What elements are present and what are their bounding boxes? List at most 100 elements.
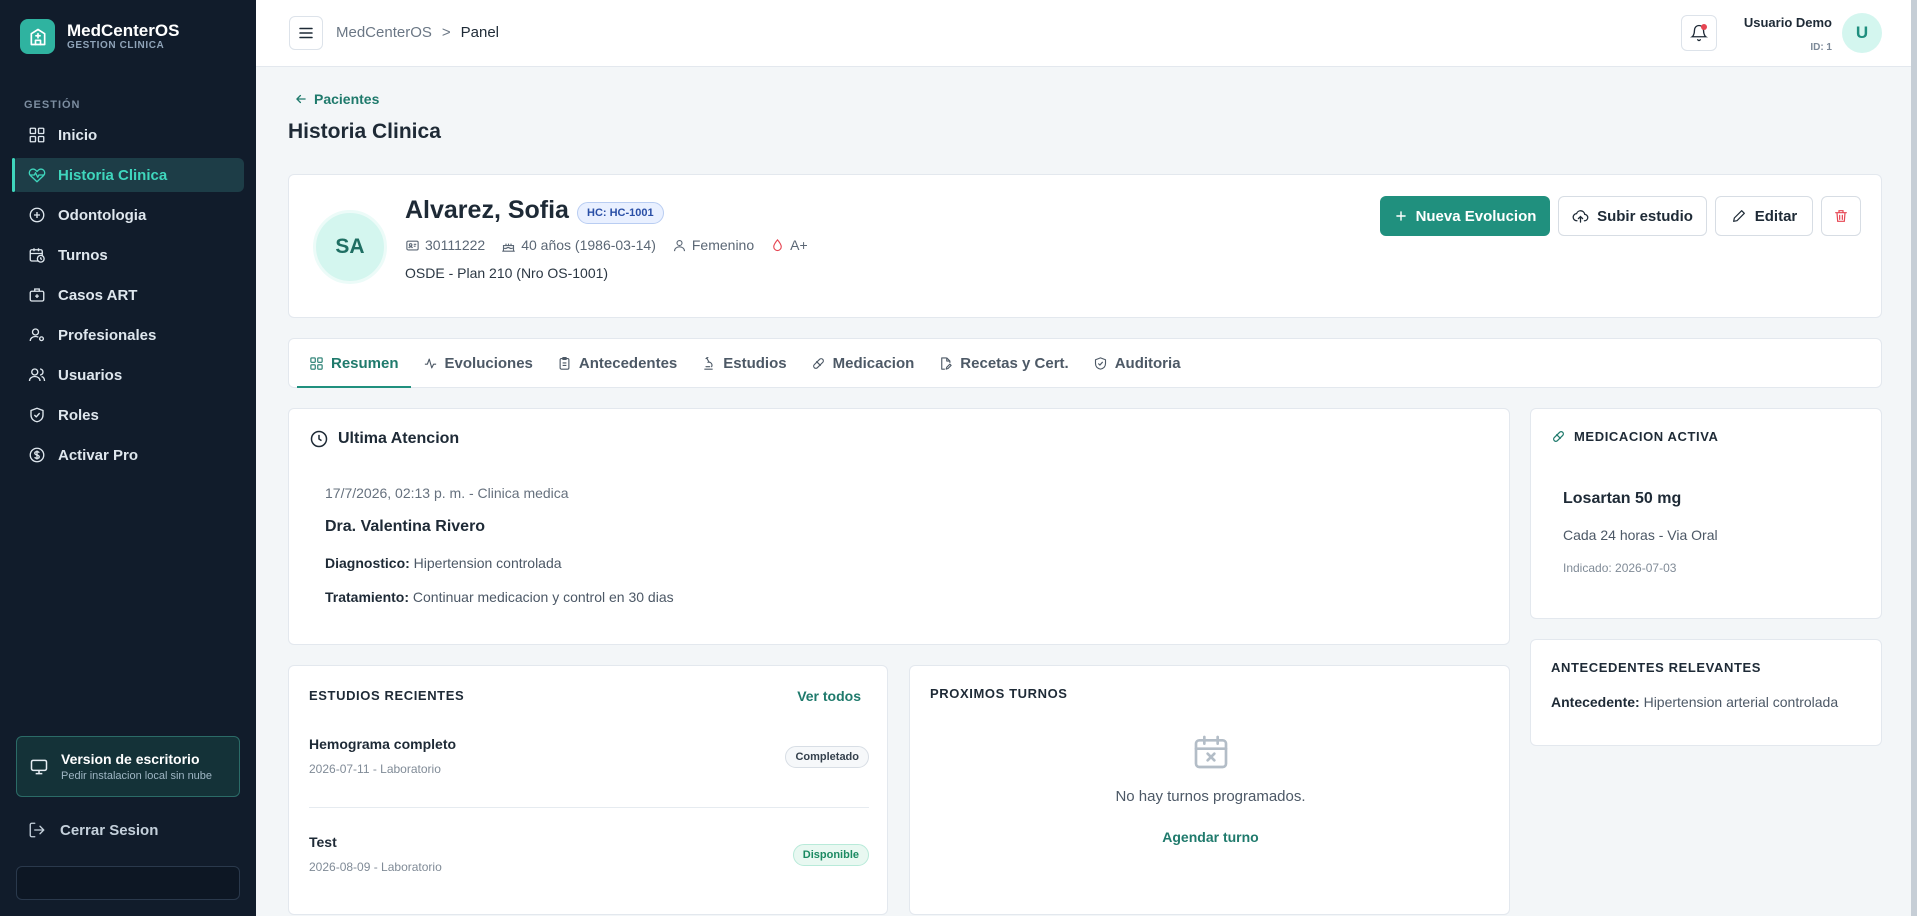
monitor-icon [30, 759, 48, 774]
appointments-empty-text: No hay turnos programados. [1115, 788, 1306, 805]
patient-avatar: SA [313, 210, 387, 284]
avatar[interactable]: U [1842, 13, 1882, 53]
clock-icon [310, 430, 328, 448]
patient-blood-value: A+ [790, 237, 808, 253]
cloud-upload-icon [1572, 209, 1589, 223]
sidebar-item-label: Activar Pro [58, 446, 139, 464]
appointments-title: PROXIMOS TURNOS [930, 686, 1068, 701]
breadcrumb: MedCenterOS > Panel [336, 24, 499, 41]
new-evolution-button[interactable]: Nueva Evolucion [1380, 196, 1550, 236]
droplet-icon [773, 238, 782, 251]
arrow-left-icon [296, 94, 306, 104]
patient-dni: 30111222 [405, 237, 485, 253]
sidebar-item-usuarios[interactable]: Usuarios [12, 358, 244, 392]
tab-resumen[interactable]: Resumen [297, 339, 411, 388]
calendar-clock-icon [29, 248, 45, 263]
notifications-button[interactable] [1681, 15, 1717, 51]
sidebar-input[interactable] [16, 866, 240, 900]
sidebar-item-odontologia[interactable]: Odontologia [12, 198, 244, 232]
patient-blood: A+ [770, 237, 808, 253]
tabs: Resumen Evoluciones Antecedentes Estudio… [297, 339, 1193, 388]
desktop-version-card[interactable]: Version de escritorio Pedir instalacion … [16, 736, 240, 797]
patient-age: 40 años (1986-03-14) [501, 237, 656, 253]
tab-evoluciones[interactable]: Evoluciones [411, 339, 545, 387]
sidebar-item-historia-clinica[interactable]: Historia Clinica [12, 158, 244, 192]
patient-age-value: 40 años (1986-03-14) [521, 237, 656, 253]
tab-antecedentes[interactable]: Antecedentes [545, 339, 689, 387]
calendar-x-icon [1194, 735, 1228, 769]
topbar: MedCenterOS > Panel Usuario Demo ID: 1 U [256, 0, 1917, 67]
list-item[interactable]: Test 2026-08-09 - Laboratorio Disponible [309, 834, 869, 874]
briefcase-medical-icon [29, 288, 45, 302]
relevant-antecedents-card: ANTECEDENTES RELEVANTES Antecedente: Hip… [1530, 639, 1882, 746]
patient-sex-value: Femenino [691, 237, 755, 253]
scrollbar-thumb[interactable] [1911, 0, 1917, 916]
tab-auditoria[interactable]: Auditoria [1081, 339, 1193, 387]
sidebar-item-casos-art[interactable]: Casos ART [12, 278, 244, 312]
delete-button[interactable] [1821, 196, 1861, 236]
sidebar-nav: Inicio Historia Clinica Odontologia Turn… [12, 118, 244, 478]
logout-label: Cerrar Sesion [60, 821, 159, 839]
sidebar-item-roles[interactable]: Roles [12, 398, 244, 432]
sidebar-item-turnos[interactable]: Turnos [12, 238, 244, 272]
last-attention-date: 17/7/2026, 02:13 p. m. - Clinica medica [325, 485, 569, 501]
sidebar-item-label: Turnos [58, 246, 108, 264]
sidebar-item-profesionales[interactable]: Profesionales [12, 318, 244, 352]
breadcrumb-root[interactable]: MedCenterOS [336, 24, 432, 41]
hc-badge: HC: HC-1001 [577, 202, 664, 224]
sidebar-item-label: Casos ART [58, 286, 138, 304]
menu-toggle-button[interactable] [289, 16, 323, 50]
back-to-patients-link[interactable]: Pacientes [294, 91, 379, 107]
breadcrumb-current: Panel [460, 24, 500, 41]
schedule-appointment-link[interactable]: Agendar turno [910, 829, 1511, 845]
upload-study-label: Subir estudio [1597, 207, 1693, 225]
plus-icon [1395, 211, 1406, 221]
medication-indicated: Indicado: 2026-07-03 [1563, 561, 1677, 575]
desktop-card-title: Version de escritorio [61, 751, 200, 767]
activity-icon [424, 358, 436, 368]
tab-recetas[interactable]: Recetas y Cert. [926, 339, 1080, 387]
diagnosis-value: Hipertension controlada [413, 555, 562, 571]
tab-label: Evoluciones [444, 354, 533, 372]
shield-check-icon [1094, 356, 1106, 370]
scrollbar-track[interactable] [1911, 0, 1917, 916]
sidebar-item-label: Usuarios [58, 366, 123, 384]
pill-icon [1553, 431, 1564, 442]
recent-studies-card: ESTUDIOS RECIENTES Ver todos Hemograma c… [288, 665, 888, 915]
antecedent-label: Antecedente: [1551, 694, 1640, 710]
user-name: Usuario Demo [1743, 15, 1832, 30]
tab-label: Resumen [331, 354, 399, 372]
sidebar: MedCenterOS GESTION CLINICA GESTIÓN Inic… [0, 0, 256, 916]
plus-circle-icon [29, 207, 45, 223]
upcoming-appointments-card: PROXIMOS TURNOS No hay turnos programado… [909, 665, 1510, 915]
sidebar-item-activar-pro[interactable]: Activar Pro [12, 438, 244, 472]
patient-dni-value: 30111222 [425, 237, 486, 253]
sidebar-item-label: Inicio [58, 126, 98, 144]
cake-icon [502, 243, 515, 252]
heart-pulse-icon [28, 168, 46, 183]
see-all-studies-link[interactable]: Ver todos [797, 688, 861, 704]
sidebar-item-label: Roles [58, 406, 99, 424]
user-id: ID: 1 [1810, 42, 1832, 53]
tab-estudios[interactable]: Estudios [689, 339, 798, 387]
edit-button[interactable]: Editar [1715, 196, 1813, 236]
sidebar-item-inicio[interactable]: Inicio [12, 118, 244, 152]
notification-dot [1701, 24, 1707, 30]
brand[interactable]: MedCenterOS GESTION CLINICA [20, 19, 179, 54]
tab-label: Medicacion [832, 354, 915, 372]
hospital-icon [20, 19, 55, 54]
study-name: Hemograma completo [309, 736, 457, 752]
trash-icon [1835, 210, 1847, 222]
menu-icon [299, 27, 313, 39]
medication-header: MEDICACION ACTIVA [1551, 429, 1719, 444]
list-item[interactable]: Hemograma completo 2026-07-11 - Laborato… [309, 736, 869, 776]
pill-icon [812, 357, 824, 369]
microscope-icon [704, 356, 714, 370]
logout-button[interactable]: Cerrar Sesion [28, 821, 158, 839]
breadcrumb-separator: > [441, 24, 451, 41]
users-icon [28, 368, 46, 382]
user-gear-icon [29, 328, 45, 342]
tab-medicacion[interactable]: Medicacion [799, 339, 927, 387]
study-sub: 2026-08-09 - Laboratorio [309, 860, 442, 874]
upload-study-button[interactable]: Subir estudio [1558, 196, 1707, 236]
